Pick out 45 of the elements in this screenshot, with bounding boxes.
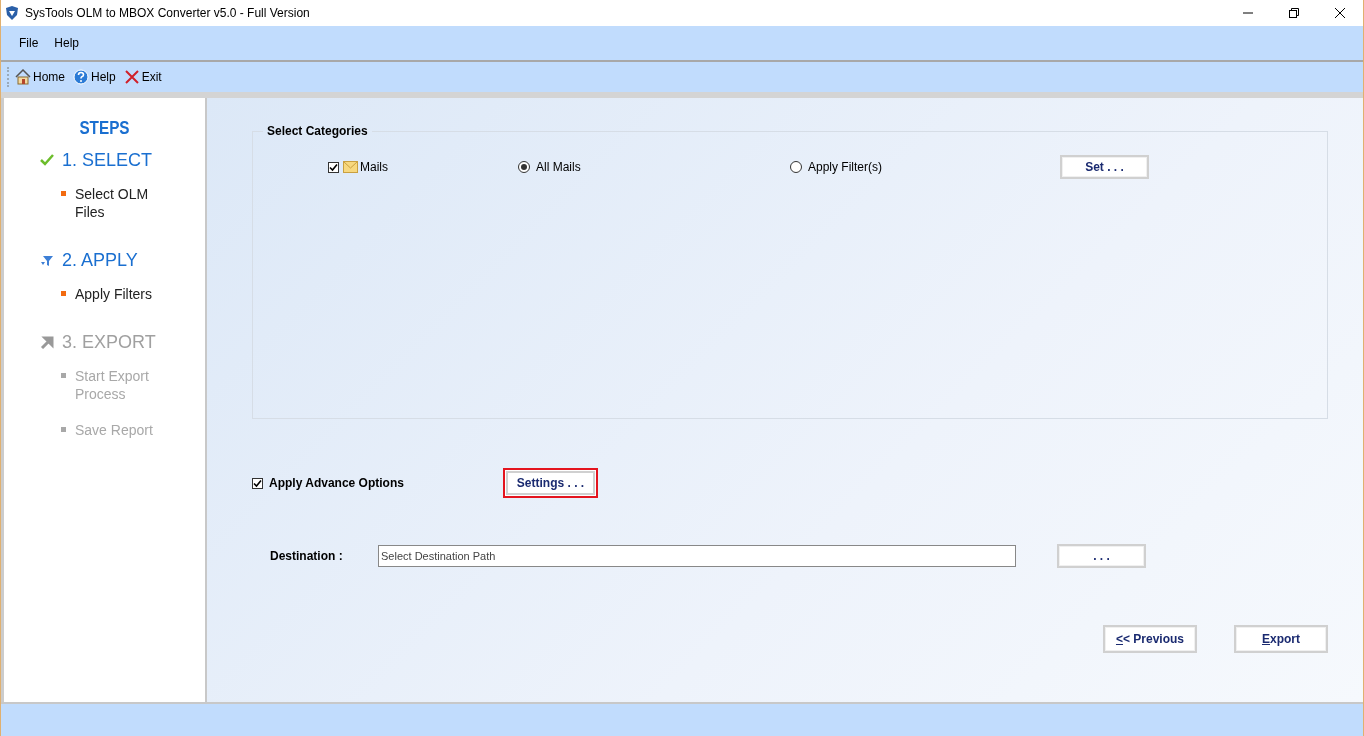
substep-label: Apply Filters <box>75 285 154 303</box>
bullet-icon <box>61 191 66 196</box>
mails-checkbox[interactable] <box>328 161 339 173</box>
menu-item[interactable]: Help <box>46 36 88 50</box>
app-logo-icon <box>5 6 19 20</box>
radio-button[interactable] <box>518 161 530 173</box>
toolbar-button[interactable]: Exit <box>123 69 162 85</box>
filter-icon <box>40 253 54 267</box>
substep-label: Save Report <box>75 421 154 439</box>
toolbar-grip <box>7 67 11 87</box>
bullet-icon <box>61 427 66 432</box>
set-button[interactable]: Set . . . <box>1060 155 1149 179</box>
step-heading: 3. EXPORT <box>62 331 156 353</box>
destination-field[interactable]: Select Destination Path <box>378 545 1016 567</box>
step-heading: 2. APPLY <box>62 249 138 271</box>
browse-button[interactable]: . . . <box>1057 544 1146 568</box>
checkbox-label: Apply Advance Options <box>269 476 404 490</box>
toolbar-button[interactable]: Home <box>15 69 65 85</box>
menu-item[interactable]: File <box>11 36 47 50</box>
radio-button[interactable] <box>790 161 802 173</box>
radio-label: Apply Filter(s) <box>808 160 882 174</box>
nav-button[interactable]: << Previous <box>1103 625 1197 653</box>
group-title: Select Categories <box>266 124 369 138</box>
restore-icon[interactable] <box>1289 8 1299 18</box>
close-icon[interactable] <box>1335 8 1345 18</box>
envelope-icon <box>343 160 358 174</box>
settings-button[interactable]: Settings . . . <box>503 468 598 498</box>
radio-label: All Mails <box>536 160 581 174</box>
check-icon <box>40 153 54 167</box>
window-title: SysTools OLM to MBOX Converter v5.0 - Full Version <box>25 6 310 20</box>
step-heading: 1. SELECT <box>62 149 153 171</box>
close-icon <box>123 69 140 85</box>
substep-label: Start Export Process <box>75 367 150 403</box>
checkbox-label: Mails <box>360 160 388 174</box>
bullet-icon <box>61 291 66 296</box>
field-label: Destination : <box>269 549 344 563</box>
substep-label: Select OLM Files <box>75 185 150 221</box>
advance-checkbox[interactable] <box>252 477 263 489</box>
arrow-icon <box>40 335 54 349</box>
steps-heading: STEPS <box>78 118 131 139</box>
nav-button[interactable]: Export <box>1234 625 1328 653</box>
home-icon <box>15 69 31 85</box>
toolbar-button[interactable]: Help <box>73 69 116 85</box>
help-icon <box>73 69 89 85</box>
bullet-icon <box>61 373 66 378</box>
